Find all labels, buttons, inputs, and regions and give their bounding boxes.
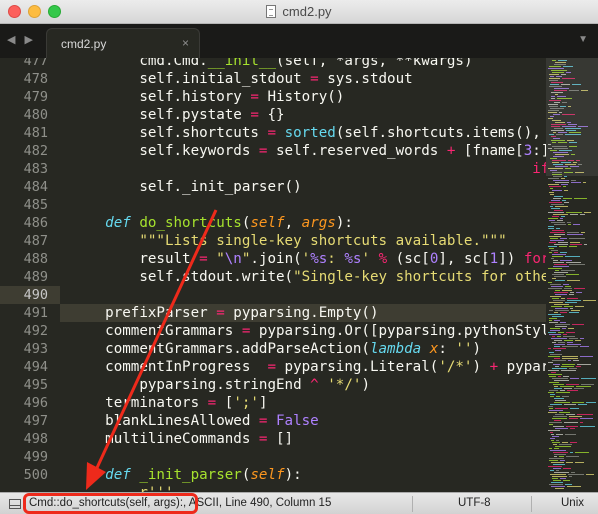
line-number: 486 [23, 215, 48, 231]
code-line: r''' [60, 484, 546, 492]
title-bar: cmd2.py [0, 0, 598, 24]
chevron-down-icon[interactable]: ▼ [578, 34, 588, 45]
line-number: 485 [23, 197, 48, 213]
code-line: self.pystate = {} [71, 107, 285, 123]
status-encoding[interactable]: UTF-8 [458, 497, 491, 509]
line-number: 493 [23, 341, 48, 357]
line-number: 500 [23, 467, 48, 483]
window-title: cmd2.py [282, 4, 332, 19]
tab-bar: ◀ ▶ cmd2.py × ▼ [0, 24, 598, 58]
minimap-viewport[interactable] [546, 58, 598, 176]
tab-cmd2-py[interactable]: cmd2.py × [46, 28, 200, 58]
code-line: self.initial_stdout = sys.stdout [71, 71, 413, 87]
code-line: if fname.startswith('do_')] [532, 161, 546, 177]
line-number: 499 [23, 449, 48, 465]
line-number: 477 [23, 58, 48, 69]
tab-navigation-arrows[interactable]: ◀ ▶ [7, 33, 36, 46]
code-line: cmd.Cmd.__init__(self, *args, **kwargs) [139, 58, 473, 69]
editor-pane[interactable]: 477 478 479 480 481 482 483 484 485 486 487 488 489 4… [0, 58, 598, 492]
line-number-gutter: 477 478 479 480 481 482 483 484 485 486 487 488 489 4… [0, 58, 60, 492]
window-title-wrap: cmd2.py [0, 4, 598, 19]
code-line: """Lists single-key shortcuts available.… [139, 233, 507, 249]
line-number: 490 [0, 286, 60, 304]
tab-label: cmd2.py [61, 37, 107, 51]
code-line: self.shortcuts = sorted(self.shortcuts.i… [71, 125, 541, 141]
line-number: 487 [23, 233, 48, 249]
minimap[interactable] [546, 58, 598, 492]
line-number: 481 [23, 125, 48, 141]
line-number: 495 [23, 377, 48, 393]
line-number: 482 [23, 143, 48, 159]
code-line-current: prefixParser = pyparsing.Empty() [60, 304, 546, 322]
code-line: pyparsing.stringEnd ^ '*/') [71, 377, 370, 393]
code-line: commentGrammars = pyparsing.Or([pyparsin… [71, 323, 546, 339]
tab-close-icon[interactable]: × [182, 36, 189, 50]
line-number: 491 [23, 305, 48, 321]
code-line: self.keywords = self.reserved_words + [f… [71, 143, 546, 159]
line-number: 483 [23, 161, 48, 177]
line-number: 489 [23, 269, 48, 285]
line-number: 496 [23, 395, 48, 411]
code-line: commentGrammars.addParseAction(lambda x:… [71, 341, 482, 357]
status-line-endings[interactable]: Unix [561, 497, 584, 509]
code-line: multilineCommands = [] [71, 431, 294, 447]
line-number: 478 [23, 71, 48, 87]
panel-toggle-icon[interactable] [9, 499, 21, 509]
code-line: def _init_parser(self): [105, 467, 302, 483]
line-number: 492 [23, 323, 48, 339]
line-number: 488 [23, 251, 48, 267]
document-icon [266, 5, 277, 18]
code-area[interactable]: cmd.Cmd.__init__(self, *args, **kwargs) … [60, 58, 546, 492]
code-line: self.stdout.write("Single-key shortcuts … [71, 269, 546, 285]
line-number: 480 [23, 107, 48, 123]
annotation-highlight-box [23, 493, 198, 514]
code-line: self.history = History() [71, 89, 345, 105]
line-number: 494 [23, 359, 48, 375]
code-line: result = "\n".join('%s: %s' % (sc[0], sc… [71, 251, 546, 267]
code-line: commentInProgress = pyparsing.Literal('/… [71, 359, 546, 375]
line-number: 497 [23, 413, 48, 429]
code-line: def do_shortcuts(self, args): [105, 215, 353, 231]
line-number: 498 [23, 431, 48, 447]
code-line: self._init_parser() [71, 179, 302, 195]
code-line: terminators = [';'] [71, 395, 268, 411]
status-divider [412, 496, 413, 512]
status-divider [531, 496, 532, 512]
line-number: 484 [23, 179, 48, 195]
code-line: blankLinesAllowed = False [71, 413, 319, 429]
line-number: 479 [23, 89, 48, 105]
